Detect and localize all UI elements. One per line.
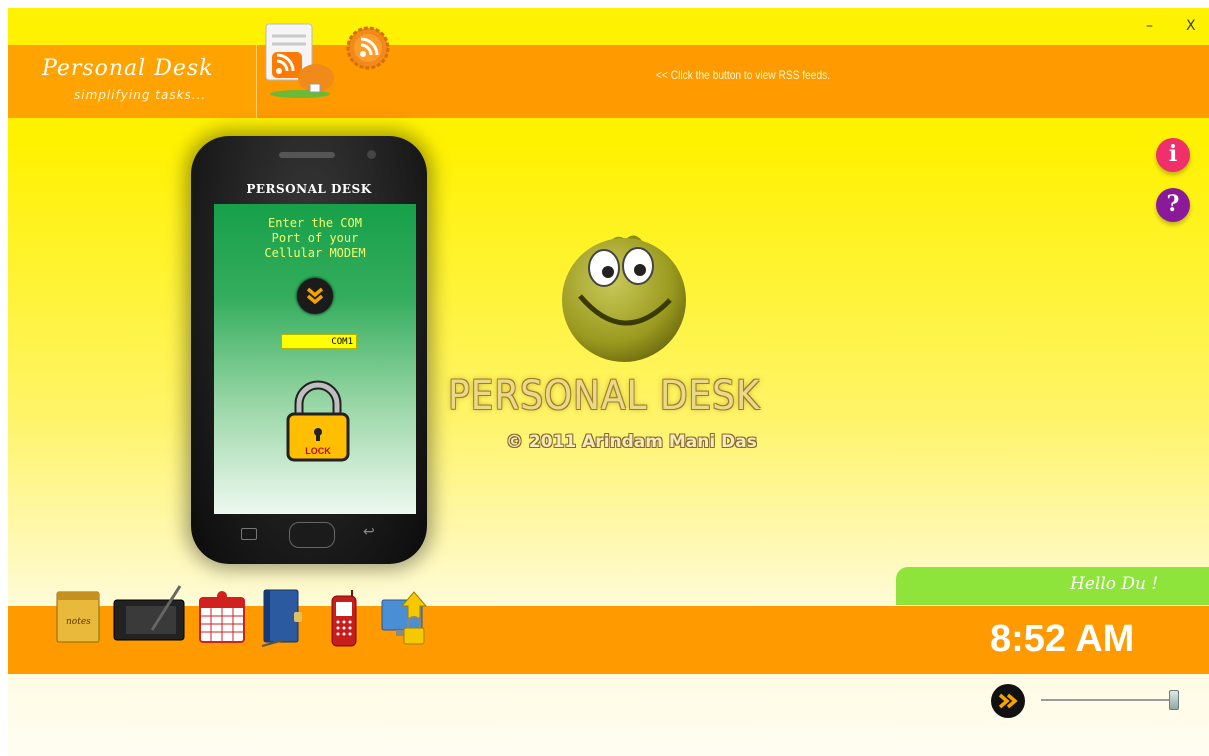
chevron-down-icon: [306, 287, 324, 305]
phone-screen: Enter the COM Port of your Cellular MODE…: [214, 204, 416, 514]
notes-label: notes: [66, 617, 91, 627]
notes-icon[interactable]: notes: [54, 586, 104, 646]
rss-hint-text: << Click the button to view RSS feeds.: [656, 68, 831, 82]
phone-panel: PERSONAL DESK Enter the COM Port of your…: [191, 136, 427, 564]
drawing-tablet-icon[interactable]: [112, 582, 188, 646]
phone-title: PERSONAL DESK: [246, 182, 372, 196]
help-icon: ?: [1166, 191, 1180, 217]
calendar-icon[interactable]: [196, 590, 248, 646]
rss-reader-icon[interactable]: [260, 20, 340, 100]
rss-feed-icon[interactable]: [344, 24, 392, 72]
brand-copyright: © 2011 Arindam Mani Das: [506, 432, 757, 452]
close-button[interactable]: X: [1186, 18, 1196, 34]
back-icon[interactable]: ↩: [363, 524, 375, 540]
slider-thumb[interactable]: [1169, 690, 1179, 710]
com-port-field[interactable]: COM1: [281, 334, 357, 349]
phone-speaker: [279, 152, 335, 158]
slider-track: [1041, 699, 1176, 701]
lock-label: LOCK: [305, 446, 331, 456]
greeting-text: Hello Du !: [1070, 574, 1159, 594]
address-book-icon[interactable]: [258, 586, 306, 652]
help-button[interactable]: ?: [1156, 188, 1190, 222]
lock-button[interactable]: LOCK: [285, 380, 351, 464]
app-window: – X Personal Desk simplifying tasks... <…: [8, 8, 1209, 756]
menu-icon[interactable]: [241, 528, 257, 540]
com-port-prompt: Enter the COM Port of your Cellular MODE…: [264, 216, 366, 260]
double-chevron-right-icon: [998, 693, 1018, 709]
info-icon: i: [1168, 141, 1178, 167]
com-port-dropdown-button[interactable]: [297, 278, 333, 314]
minimize-button[interactable]: –: [1146, 18, 1153, 34]
brand-title: PERSONAL DESK: [448, 373, 761, 419]
smiley-logo: [558, 226, 698, 370]
mobile-phone-icon[interactable]: [326, 588, 362, 650]
app-subtitle: simplifying tasks...: [74, 88, 207, 102]
app-title: Personal Desk: [42, 56, 214, 81]
home-button[interactable]: [289, 522, 335, 548]
greeting-box: [896, 567, 1209, 605]
phone-camera: [367, 150, 376, 159]
info-button[interactable]: i: [1156, 138, 1190, 172]
slider-next-button[interactable]: [991, 684, 1025, 718]
screen-lock-icon[interactable]: [378, 588, 434, 650]
clock: 8:52 AM: [990, 618, 1135, 660]
